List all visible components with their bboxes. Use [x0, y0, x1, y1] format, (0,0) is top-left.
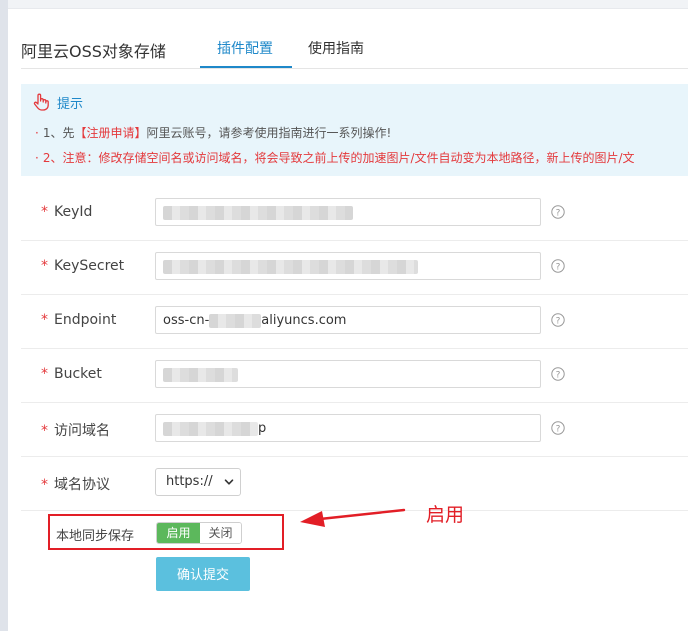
- highlight-box: 本地同步保存 启用 关闭: [48, 514, 284, 550]
- keyid-input[interactable]: [155, 198, 541, 226]
- annotation-arrow-icon: [300, 508, 406, 527]
- notice-line-2: · 2、注意：修改存储空间名或访问域名，将会导致之前上传的加速图片/文件自动变为本…: [35, 151, 635, 165]
- top-strip: [8, 0, 688, 9]
- tab-plugin-config[interactable]: 插件配置: [217, 38, 273, 58]
- header-divider: [21, 68, 688, 69]
- tab-usage-guide[interactable]: 使用指南: [308, 38, 364, 58]
- notice-line-1: · 1、先【注册申请】阿里云账号，请参考使用指南进行一系列操作!: [35, 126, 392, 140]
- endpoint-label: * Endpoint: [41, 312, 117, 328]
- svg-text:?: ?: [556, 263, 561, 273]
- domain-input[interactable]: p: [155, 414, 541, 442]
- panel-header: 阿里云OSS对象存储 插件配置 使用指南: [8, 24, 688, 69]
- sync-enable-option[interactable]: 启用: [157, 523, 200, 543]
- svg-text:?: ?: [556, 317, 561, 327]
- notice-box: 提示 · 1、先【注册申请】阿里云账号，请参考使用指南进行一系列操作! · 2、注意…: [21, 84, 688, 176]
- local-sync-label: 本地同步保存: [56, 529, 135, 544]
- keysecret-label: * KeySecret: [41, 258, 125, 274]
- redacted-value: [209, 313, 262, 328]
- notice-line-1-prefix: 1、先: [42, 126, 75, 140]
- protocol-selected-value: https://: [166, 474, 213, 489]
- svg-text:?: ?: [556, 371, 561, 381]
- local-sync-toggle[interactable]: 启用 关闭: [156, 522, 242, 544]
- protocol-label: * 域名协议: [41, 477, 110, 493]
- keysecret-input[interactable]: [155, 252, 541, 280]
- help-icon[interactable]: ?: [551, 259, 565, 273]
- redacted-value: [163, 367, 238, 382]
- redacted-value: [163, 205, 353, 220]
- sync-disable-option[interactable]: 关闭: [200, 523, 241, 543]
- protocol-select[interactable]: https://: [155, 468, 241, 496]
- svg-text:?: ?: [556, 209, 561, 219]
- help-icon[interactable]: ?: [551, 205, 565, 219]
- left-sidebar-edge: [0, 0, 8, 631]
- keysecret-row: * KeySecret ?: [21, 240, 688, 295]
- annotation-text: 启用: [426, 504, 465, 526]
- notice-line-2-text: 2、注意：修改存储空间名或访问域名，将会导致之前上传的加速图片/文件自动变为本地…: [42, 151, 635, 165]
- svg-text:?: ?: [556, 425, 561, 435]
- hand-pointer-icon: [33, 93, 49, 111]
- domain-label: * 访问域名: [41, 423, 110, 439]
- bucket-label: * Bucket: [41, 366, 102, 382]
- notice-title: 提示: [57, 97, 84, 112]
- domain-row: * 访问域名 p ?: [21, 402, 688, 457]
- bucket-row: * Bucket ?: [21, 348, 688, 403]
- help-icon[interactable]: ?: [551, 367, 565, 381]
- keyid-row: * KeyId ?: [21, 186, 688, 241]
- submit-button[interactable]: 确认提交: [156, 557, 250, 591]
- bucket-input[interactable]: [155, 360, 541, 388]
- endpoint-input[interactable]: oss-cn-aliyuncs.com: [155, 306, 541, 334]
- chevron-down-icon: [224, 479, 234, 485]
- redacted-value: [163, 421, 258, 436]
- notice-line-1-suffix: 阿里云账号，请参考使用指南进行一系列操作!: [146, 126, 392, 140]
- register-link[interactable]: 【注册申请】: [74, 126, 146, 140]
- redacted-value: [163, 259, 418, 274]
- help-icon[interactable]: ?: [551, 421, 565, 435]
- plugin-panel: 阿里云OSS对象存储 插件配置 使用指南 提示 · 1、先【注册申请】阿里云账号，…: [8, 0, 688, 631]
- keyid-label: * KeyId: [41, 204, 93, 220]
- page-title: 阿里云OSS对象存储: [21, 42, 166, 61]
- help-icon[interactable]: ?: [551, 313, 565, 327]
- endpoint-row: * Endpoint oss-cn-aliyuncs.com ?: [21, 294, 688, 349]
